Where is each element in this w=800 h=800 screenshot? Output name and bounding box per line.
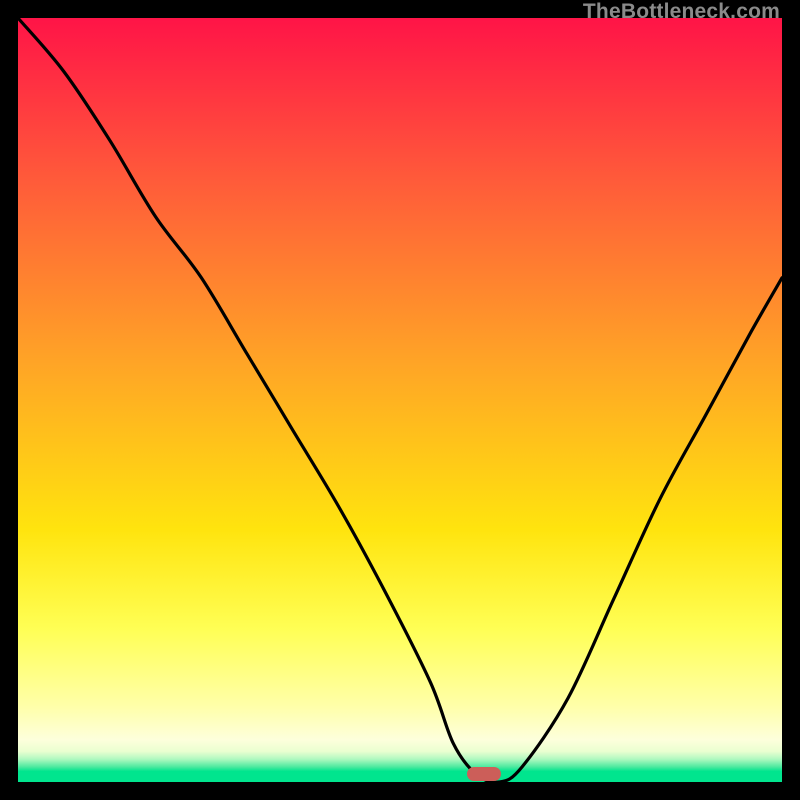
bottleneck-curve bbox=[18, 18, 782, 782]
minimum-marker bbox=[467, 767, 501, 781]
chart-outer-frame: TheBottleneck.com bbox=[0, 0, 800, 800]
chart-plot-area bbox=[18, 18, 782, 782]
